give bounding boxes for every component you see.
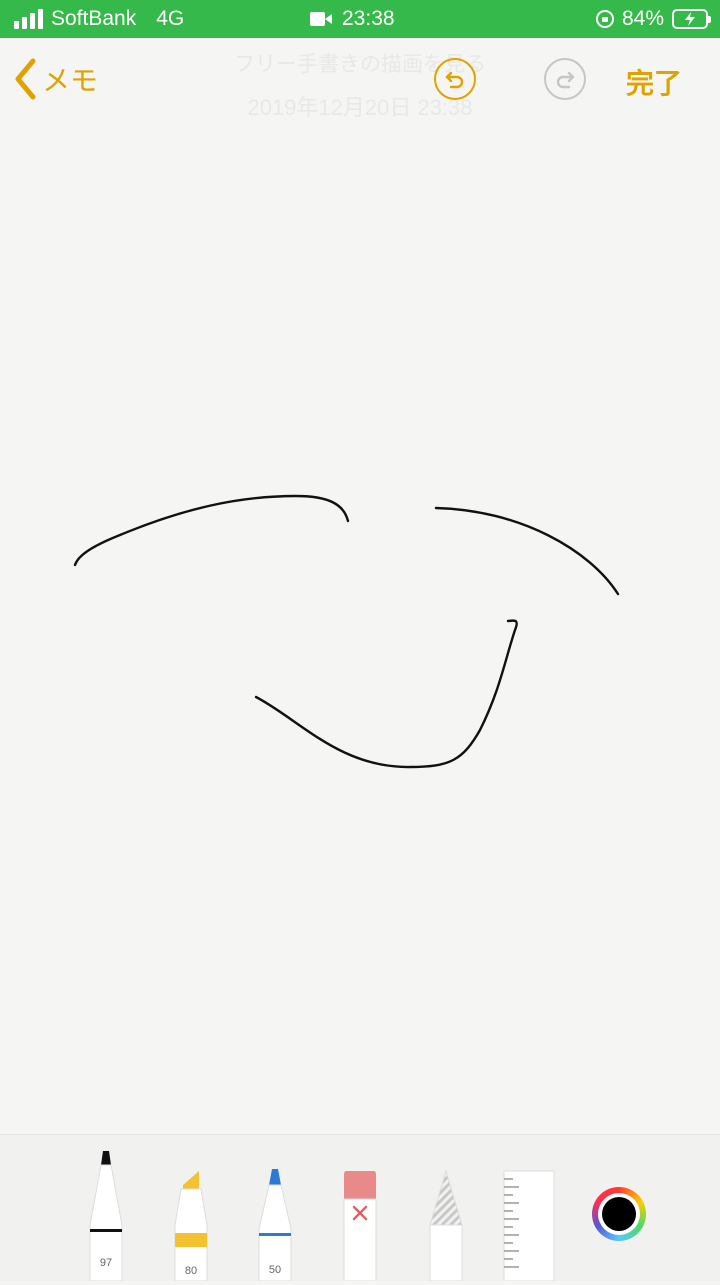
drawn-stroke-bottom xyxy=(254,619,518,769)
network-label: 4G xyxy=(156,7,185,30)
pencil-tool[interactable]: 50 xyxy=(257,1167,293,1282)
eraser-tool[interactable] xyxy=(342,1169,378,1282)
lasso-tool[interactable] xyxy=(428,1169,464,1282)
chevron-left-icon xyxy=(15,58,36,100)
battery-percent: 84% xyxy=(621,7,664,30)
navigation-bar: フリー手書きの描画を見る 2019年12月20日 23:38 メモ 完了 xyxy=(0,38,720,122)
marker-label: 80 xyxy=(184,1265,198,1277)
battery-charging-icon xyxy=(672,9,711,29)
signal-bars-icon xyxy=(14,9,43,29)
clock: 23:38 xyxy=(342,7,395,30)
tool-palette: 97 80 50 xyxy=(0,1134,720,1282)
redo-icon xyxy=(556,71,575,89)
redo-button[interactable] xyxy=(544,58,586,100)
ruler-tool[interactable] xyxy=(503,1169,555,1282)
status-right: 84% xyxy=(595,0,711,38)
carrier-label: SoftBank xyxy=(51,7,137,30)
done-button[interactable]: 完了 xyxy=(626,62,682,102)
status-center: 23:38 xyxy=(310,0,395,38)
rotation-lock-icon xyxy=(595,10,614,28)
ruler-icon xyxy=(503,1170,555,1282)
status-bar: SoftBank 4G 23:38 84% xyxy=(0,0,720,38)
marker-tool[interactable]: 80 xyxy=(173,1169,209,1282)
drawn-stroke-left xyxy=(73,494,350,567)
pencil-label: 50 xyxy=(268,1264,282,1276)
lasso-icon xyxy=(429,1169,463,1282)
undo-button[interactable] xyxy=(434,58,476,100)
eraser-icon xyxy=(343,1171,377,1282)
status-left: SoftBank 4G xyxy=(14,0,184,38)
back-button[interactable]: メモ xyxy=(14,56,98,102)
pen-label: 97 xyxy=(99,1257,113,1269)
pen-tool[interactable]: 97 xyxy=(88,1149,124,1282)
drawing-canvas[interactable] xyxy=(0,122,720,1132)
selected-color-swatch xyxy=(602,1197,636,1231)
drawn-stroke-right xyxy=(434,506,620,596)
note-date-faded: 2019年12月20日 23:38 xyxy=(247,95,473,120)
undo-icon xyxy=(445,71,464,89)
back-label: メモ xyxy=(42,65,99,96)
color-picker-icon[interactable] xyxy=(592,1187,646,1241)
video-camera-icon xyxy=(310,12,332,26)
note-title-faded: フリー手書きの描画を見る xyxy=(234,53,486,76)
